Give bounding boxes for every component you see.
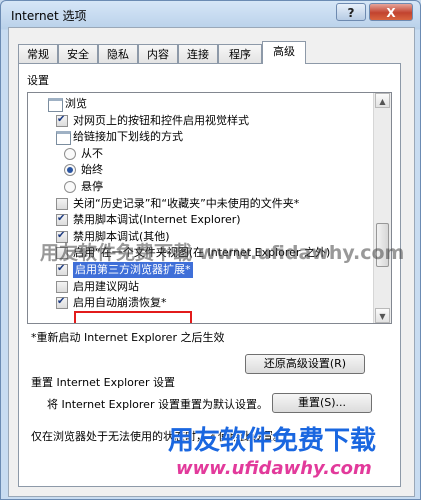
scroll-down-icon[interactable]: ▼ [375, 308, 390, 323]
setting-label: 给链接加下划线的方式 [73, 130, 183, 144]
title-bar[interactable]: Internet 选项 ? X [1, 1, 420, 27]
watermark-bottom-url: www.ufidawhy.com [176, 458, 372, 479]
tab-programs[interactable]: 程序 [218, 44, 262, 63]
restart-note: *重新启动 Internet Explorer 之后生效 [31, 331, 225, 344]
radio-button[interactable] [64, 164, 76, 177]
scroll-up-icon[interactable]: ▲ [375, 93, 390, 108]
watermark-bottom-title: 用友软件免费下载 [168, 426, 377, 456]
setting-label: 禁用脚本调试(Internet Explorer) [73, 213, 241, 227]
checkbox[interactable] [56, 261, 68, 277]
setting-label: 启用建议网站 [73, 279, 139, 293]
help-button[interactable]: ? [336, 3, 366, 21]
checkbox[interactable] [56, 280, 68, 293]
tab-general[interactable]: 常规 [18, 44, 58, 63]
tab-security[interactable]: 安全 [58, 44, 98, 63]
checkbox[interactable] [56, 211, 68, 227]
checkbox[interactable] [56, 294, 68, 310]
setting-label: 关闭“历史记录”和“收藏夹”中未使用的文件夹* [73, 196, 300, 210]
folder-icon [56, 131, 71, 146]
highlight-box [74, 311, 192, 323]
setting-label: 从不 [81, 146, 103, 160]
watermark-middle: 用友软件免费下载 www.ufidawhy.com [40, 242, 405, 264]
window-title: Internet 选项 [11, 9, 87, 23]
checkbox[interactable] [56, 112, 68, 128]
setting-label: 启用自动崩溃恢复* [73, 296, 167, 310]
reset-description: 将 Internet Explorer 设置重置为默认设置。 [47, 398, 268, 411]
folder-icon [48, 98, 63, 112]
radio-button[interactable] [64, 181, 76, 193]
settings-list[interactable]: 浏览对网页上的按钮和控件启用视觉样式给链接加下划线的方式从不始终悬停关闭“历史记… [27, 92, 392, 324]
settings-label: 设置 [27, 74, 49, 87]
reset-group-label: 重置 Internet Explorer 设置 [31, 376, 175, 389]
reset-button[interactable]: 重置(S)... [272, 393, 372, 413]
restore-advanced-button[interactable]: 还原高级设置(R) [245, 354, 365, 374]
close-button[interactable]: X [369, 3, 413, 21]
tab-advanced[interactable]: 高级 [262, 41, 306, 64]
settings-scrollbar[interactable]: ▲ ▼ [373, 93, 391, 323]
tab-connections[interactable]: 连接 [178, 44, 218, 63]
radio-button[interactable] [64, 147, 76, 160]
tab-privacy[interactable]: 隐私 [98, 44, 138, 63]
tab-content[interactable]: 内容 [138, 44, 178, 63]
setting-label: 始终 [81, 163, 103, 177]
setting-label: 对网页上的按钮和控件启用视觉样式 [73, 113, 249, 127]
checkbox[interactable] [56, 197, 68, 210]
setting-label: 悬停 [81, 180, 103, 193]
setting-label: 浏览 [65, 97, 87, 110]
